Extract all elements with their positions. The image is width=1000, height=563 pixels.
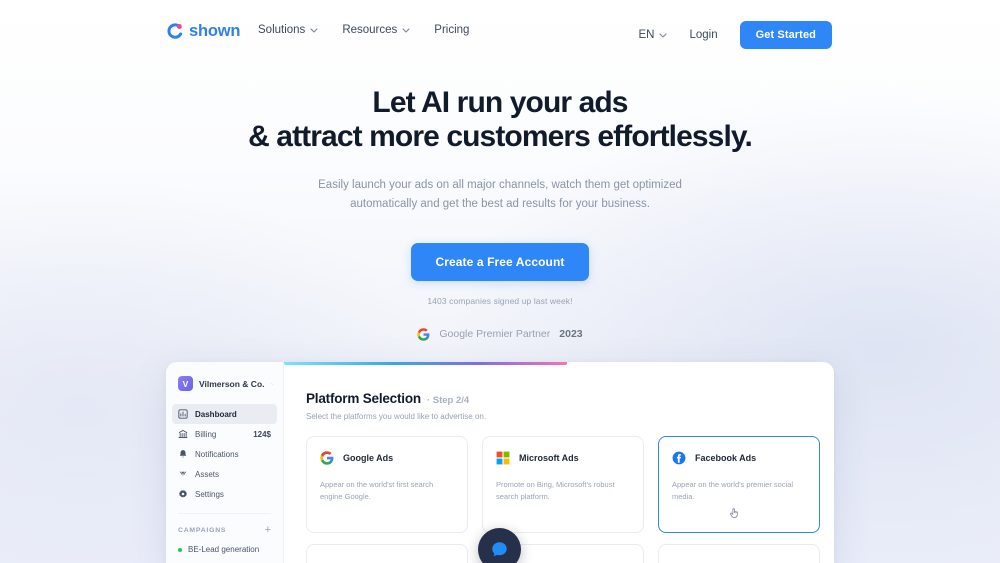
platform-card-header: Google Ads: [320, 451, 454, 465]
billing-amount: 124$: [253, 429, 271, 439]
platform-description: Promote on Bing, Microsoft's robust sear…: [496, 480, 615, 501]
sidebar-item-notifications[interactable]: Notifications: [172, 444, 277, 464]
platform-card-partial[interactable]: [658, 544, 820, 563]
platform-name: Facebook Ads: [695, 453, 757, 463]
partner-year: 2023: [559, 328, 583, 341]
main-nav: Solutions Resources Pricing: [258, 24, 469, 36]
list-item[interactable]: BE-Lead generation: [166, 536, 283, 554]
panel-header: Platform Selection · Step 2/4: [306, 391, 834, 406]
hero-section: Let AI run your ads & attract more custo…: [0, 86, 1000, 346]
sidebar-item-label: Settings: [195, 489, 224, 499]
page-title: Let AI run your ads & attract more custo…: [0, 86, 1000, 154]
sidebar-item-label: Billing: [195, 429, 217, 439]
get-started-button[interactable]: Get Started: [739, 21, 832, 49]
platform-card-header: Microsoft Ads: [496, 451, 630, 465]
cta-container: Create a Free Account: [0, 242, 1000, 281]
platform-card-google-ads[interactable]: Google Ads Appear on the world'st first …: [306, 436, 468, 533]
google-icon: [320, 451, 334, 465]
login-link[interactable]: Login: [689, 29, 717, 41]
chevron-down-icon: [310, 27, 318, 33]
logo[interactable]: shown: [166, 23, 240, 40]
add-campaign-button[interactable]: +: [265, 525, 271, 536]
sidebar-item-billing[interactable]: Billing 124$: [172, 424, 277, 444]
dashboard-icon: [178, 409, 188, 419]
platform-name: Google Ads: [343, 453, 394, 463]
bell-icon: [179, 450, 187, 458]
app-sidebar: V Vilmerson & Co. Dashboard Billing 124$…: [166, 362, 284, 563]
avatar: V: [178, 376, 193, 391]
logo-text: shown: [189, 22, 241, 41]
status-badge: [178, 547, 182, 552]
headline-line-2: & attract more customers effortlessly.: [248, 120, 753, 154]
diamond-icon: [179, 471, 187, 477]
sidebar-item-label: Notifications: [195, 449, 239, 459]
partner-label: Google Premier Partner: [439, 328, 551, 341]
language-label: EN: [638, 29, 655, 41]
chevron-down-icon: [270, 382, 273, 385]
sidebar-item-dashboard[interactable]: Dashboard: [172, 404, 277, 424]
nav-item-label: Pricing: [434, 24, 470, 36]
platform-description: Appear on the world'st first search engi…: [320, 480, 434, 501]
gear-icon: [179, 490, 187, 498]
nav-item-label: Resources: [342, 24, 398, 36]
nav-item-resources[interactable]: Resources: [342, 24, 410, 36]
google-icon: [417, 327, 430, 341]
headline-line-1: Let AI run your ads: [372, 86, 628, 119]
chat-support-button[interactable]: [478, 528, 521, 563]
sidebar-item-assets[interactable]: Assets: [172, 464, 277, 484]
platform-card-facebook-ads[interactable]: Facebook Ads Appear on the world's premi…: [658, 436, 820, 533]
cursor-hand-icon: [729, 508, 738, 519]
sidebar-item-label: Assets: [195, 469, 220, 479]
platform-card-microsoft-ads[interactable]: Microsoft Ads Promote on Bing, Microsoft…: [482, 436, 644, 533]
chat-bubble-icon: [492, 542, 507, 557]
language-selector[interactable]: EN: [638, 29, 668, 41]
hero-subtitle-line-1: Easily launch your ads on all major chan…: [318, 179, 682, 192]
platform-card-header: Facebook Ads: [672, 451, 806, 465]
chevron-down-icon: [402, 27, 410, 33]
campaign-name: BE-Lead generation: [188, 545, 260, 554]
platform-card-list: Google Ads Appear on the world'st first …: [306, 436, 834, 533]
bank-icon: [178, 430, 188, 438]
facebook-icon: [672, 451, 686, 465]
site-header: shown Solutions Resources Pricing EN Log…: [0, 0, 1000, 63]
platform-name: Microsoft Ads: [519, 453, 579, 463]
platform-card-partial[interactable]: [306, 544, 468, 563]
hero-subtitle-line-2: automatically and get the best ad result…: [350, 198, 650, 210]
landing-page: shown Solutions Resources Pricing EN Log…: [0, 0, 1000, 563]
google-premier-partner-badge: Google Premier Partner 2023: [417, 327, 583, 341]
hero-subtitle: Easily launch your ads on all major chan…: [0, 176, 1000, 213]
panel-title: Platform Selection: [306, 391, 421, 406]
step-progress-bar: [284, 362, 567, 365]
nav-item-solutions[interactable]: Solutions: [258, 24, 318, 36]
sidebar-item-label: Dashboard: [195, 409, 237, 419]
platform-description: Appear on the world's premier social med…: [672, 480, 794, 501]
campaigns-title: CAMPAIGNS: [178, 527, 227, 534]
shown-logo-icon: [167, 23, 183, 39]
signup-count-text: 1403 companies signed up last week!: [427, 295, 573, 306]
nav-item-label: Solutions: [258, 24, 306, 36]
panel-subtitle: Select the platforms you would like to a…: [306, 412, 487, 421]
workspace-switcher[interactable]: V Vilmerson & Co.: [166, 376, 283, 391]
campaigns-header: CAMPAIGNS +: [166, 514, 283, 536]
create-free-account-button[interactable]: Create a Free Account: [411, 242, 589, 281]
microsoft-icon: [496, 451, 510, 465]
step-indicator: · Step 2/4: [426, 395, 470, 406]
app-main-panel: Platform Selection · Step 2/4 Select the…: [284, 362, 834, 563]
sidebar-item-settings[interactable]: Settings: [172, 484, 277, 504]
workspace-name: Vilmerson & Co.: [199, 378, 265, 389]
header-actions: EN Login Get Started: [638, 21, 832, 49]
nav-item-pricing[interactable]: Pricing: [434, 24, 469, 36]
platform-card-list-row-2: [306, 544, 834, 563]
chevron-down-icon: [659, 32, 668, 38]
